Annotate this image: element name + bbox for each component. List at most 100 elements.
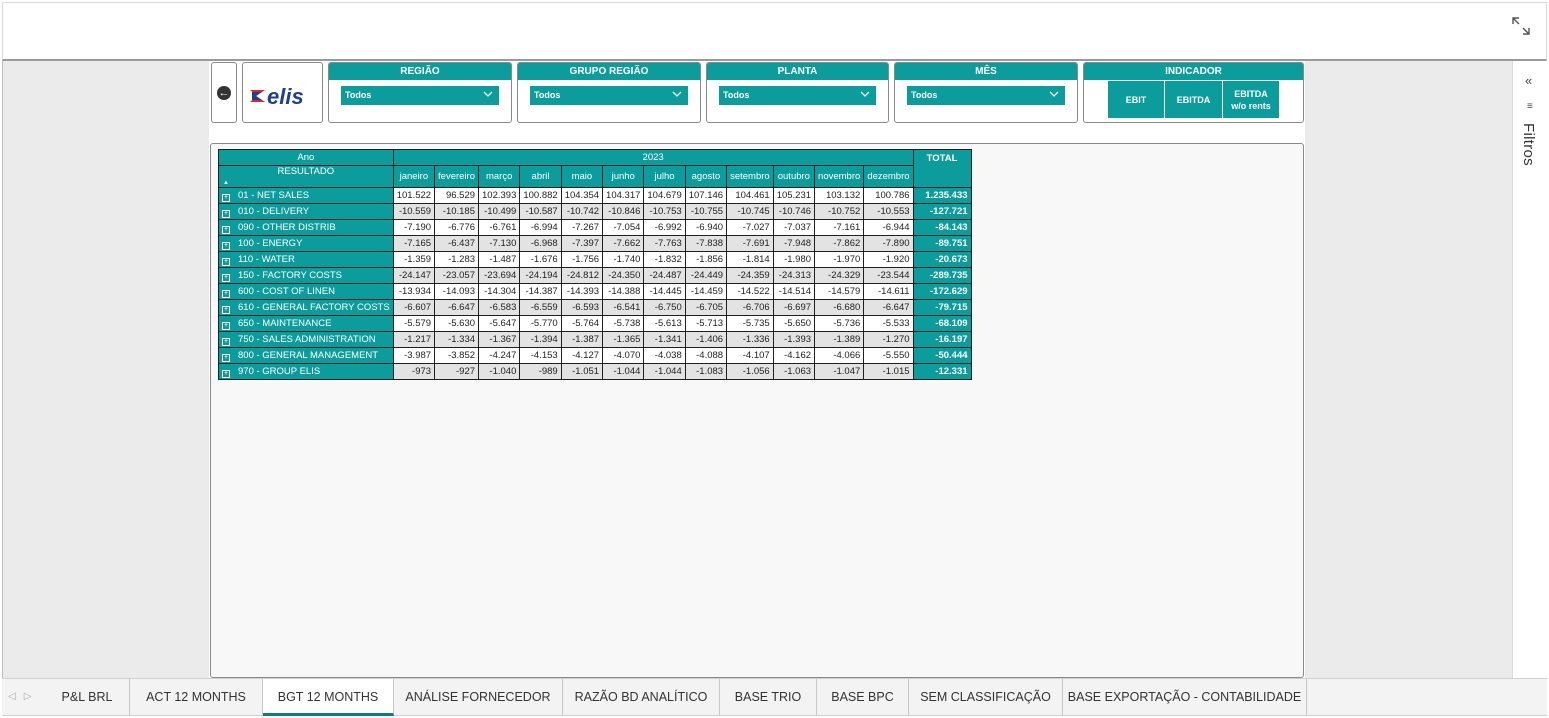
value-cell: -1.365 [602, 331, 645, 348]
year-header[interactable]: 2023 [392, 149, 914, 166]
indicator-slicer: INDICADOR EBIT EBITDA EBITDA w/o rents [1083, 62, 1304, 123]
collapse-icon[interactable]: « [1525, 73, 1532, 88]
row-header[interactable]: +090 - OTHER DISTRIB [218, 219, 394, 236]
tab-label: ANÁLISE FORNECEDOR [405, 690, 551, 704]
row-header[interactable]: +100 - ENERGY [218, 235, 394, 252]
expand-plus-icon[interactable]: + [222, 209, 230, 218]
mes-dropdown[interactable]: Todos [907, 86, 1065, 105]
resultado-header[interactable]: RESULTADO ▲ [218, 165, 394, 188]
month-header[interactable]: setembro [726, 165, 774, 188]
ebit-button-label: EBIT [1125, 94, 1147, 105]
header-row-months: RESULTADO ▲ janeiro fevereiro março abril ma… [218, 165, 972, 188]
value-cell: -24.487 [643, 267, 686, 284]
total-header[interactable]: TOTAL [912, 149, 972, 188]
value-cell: -6.541 [602, 299, 645, 316]
value-cell: -6.776 [434, 219, 480, 236]
row-header[interactable]: +610 - GENERAL FACTORY COSTS [218, 299, 394, 316]
month-header[interactable]: fevereiro [434, 165, 480, 188]
regiao-dropdown[interactable]: Todos [341, 86, 499, 105]
table-row: +800 - GENERAL MANAGEMENT -3.987 -3.852 -4.… [218, 347, 972, 364]
value-cell: -10.746 [772, 203, 816, 220]
tab-base-exportacao-contabilidade[interactable]: BASE EXPORTAÇÃO - CONTABILIDADE [1063, 679, 1307, 716]
ebit-button[interactable]: EBIT [1108, 81, 1165, 118]
expand-plus-icon[interactable]: + [222, 353, 230, 362]
value-cell: -5.764 [560, 315, 604, 332]
ebitda-wo-rents-label-line2: w/o rents [1231, 100, 1271, 111]
resultado-header-label: RESULTADO [277, 166, 335, 177]
row-header[interactable]: +650 - MAINTENANCE [218, 315, 394, 332]
month-header[interactable]: dezembro [863, 165, 914, 188]
value-cell: -7.948 [772, 235, 816, 252]
row-header[interactable]: +600 - COST OF LINEN [218, 283, 394, 300]
expand-plus-icon[interactable]: + [222, 225, 230, 234]
row-header[interactable]: +800 - GENERAL MANAGEMENT [218, 347, 394, 364]
value-cell: -4.088 [684, 347, 728, 364]
tab-base-bpc[interactable]: BASE BPC [817, 679, 909, 716]
expand-plus-icon[interactable]: + [222, 273, 230, 282]
planta-dropdown[interactable]: Todos [719, 86, 876, 105]
total-cell: -127.721 [912, 203, 972, 220]
tab-analise-fornecedor[interactable]: ANÁLISE FORNECEDOR [394, 679, 563, 716]
row-header[interactable]: +150 - FACTORY COSTS [218, 267, 394, 284]
month-header[interactable]: novembro [814, 165, 865, 188]
value-cell: -10.745 [726, 203, 774, 220]
expand-plus-icon[interactable]: + [222, 193, 230, 202]
month-header[interactable]: abril [519, 165, 562, 188]
expand-icon[interactable] [1510, 15, 1532, 37]
tab-base-trio[interactable]: BASE TRIO [720, 679, 817, 716]
expand-plus-icon[interactable]: + [222, 337, 230, 346]
value-cell: -973 [392, 363, 436, 380]
slicer-regiao: REGIÃO Todos [328, 62, 512, 123]
row-header[interactable]: +970 - GROUP ELIS [218, 363, 394, 380]
expand-plus-icon[interactable]: + [222, 289, 230, 298]
slicer-header: MÊS [895, 63, 1077, 80]
value-cell: -5.713 [684, 315, 728, 332]
month-header[interactable]: março [478, 165, 521, 188]
dropdown-value: Todos [723, 90, 750, 100]
expand-plus-icon[interactable]: + [222, 321, 230, 330]
tab-act-12-months[interactable]: ACT 12 MONTHS [130, 679, 263, 716]
tab-sem-classificacao[interactable]: SEM CLASSIFICAÇÃO [909, 679, 1063, 716]
table-row: +650 - MAINTENANCE -5.579 -5.630 -5.647 -5.7… [218, 315, 972, 332]
tab-razao-bd-analitico[interactable]: RAZÃO BD ANALÍTICO [563, 679, 720, 716]
filters-pane-label[interactable]: Filtros [1520, 123, 1537, 166]
value-cell: -1.359 [392, 251, 436, 268]
row-label: 100 - ENERGY [238, 237, 303, 249]
tab-bgt-12-months[interactable]: BGT 12 MONTHS [263, 679, 394, 716]
month-header[interactable]: agosto [684, 165, 728, 188]
back-button[interactable]: ← [211, 62, 237, 123]
tab-pl-brl[interactable]: P&L BRL [45, 679, 130, 716]
value-cell: 101.522 [392, 187, 436, 204]
tab-scroll-arrows-icon[interactable]: ◁▷ [8, 691, 39, 702]
dropdown-value: Todos [534, 90, 561, 100]
month-header[interactable]: janeiro [392, 165, 436, 188]
value-cell: -23.544 [863, 267, 914, 284]
row-header[interactable]: +01 - NET SALES [218, 187, 394, 204]
ebitda-wo-rents-button[interactable]: EBITDA w/o rents [1223, 81, 1280, 118]
grupo-regiao-dropdown[interactable]: Todos [530, 86, 688, 105]
total-cell: -84.143 [912, 219, 972, 236]
month-header[interactable]: maio [560, 165, 604, 188]
row-header[interactable]: +750 - SALES ADMINISTRATION [218, 331, 394, 348]
value-cell: 100.786 [863, 187, 914, 204]
value-cell: -10.752 [814, 203, 865, 220]
value-cell: -6.992 [643, 219, 686, 236]
month-header[interactable]: julho [643, 165, 686, 188]
ebitda-button[interactable]: EBITDA [1165, 81, 1223, 118]
sort-asc-icon[interactable]: ▲ [223, 180, 229, 186]
value-cell: -6.940 [684, 219, 728, 236]
month-header[interactable]: outubro [772, 165, 816, 188]
expand-plus-icon[interactable]: + [222, 257, 230, 266]
filters-pane[interactable]: « ≡ Filtros [1512, 61, 1547, 678]
value-cell: -10.753 [643, 203, 686, 220]
expand-plus-icon[interactable]: + [222, 369, 230, 378]
expand-plus-icon[interactable]: + [222, 305, 230, 314]
expand-plus-icon[interactable]: + [222, 241, 230, 250]
total-cell: -12.331 [912, 363, 972, 380]
row-header[interactable]: +010 - DELIVERY [218, 203, 394, 220]
value-cell: 104.317 [602, 187, 645, 204]
value-cell: -23.057 [434, 267, 480, 284]
month-header[interactable]: junho [602, 165, 645, 188]
row-header[interactable]: +110 - WATER [218, 251, 394, 268]
value-cell: -24.194 [519, 267, 562, 284]
